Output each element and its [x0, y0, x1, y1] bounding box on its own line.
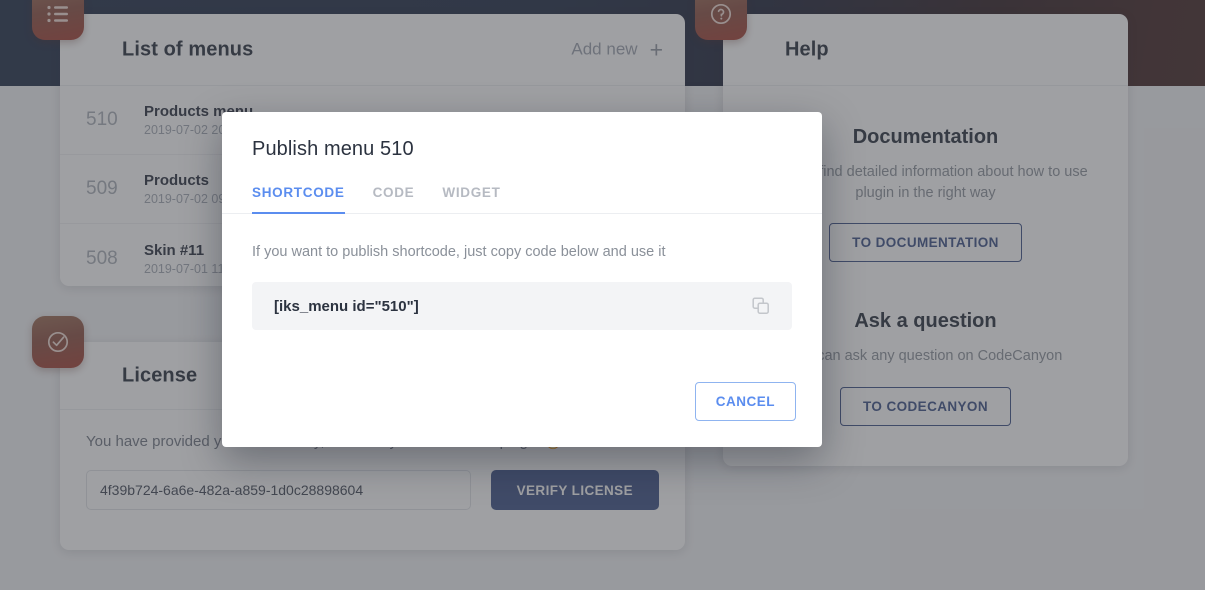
tab-code[interactable]: CODE: [373, 185, 415, 214]
copy-icon[interactable]: [748, 293, 774, 319]
tab-shortcode[interactable]: SHORTCODE: [252, 185, 345, 214]
shortcode-box: [iks_menu id="510"]: [252, 282, 792, 330]
dialog-title: Publish menu 510: [222, 112, 822, 161]
cancel-button[interactable]: CANCEL: [695, 382, 796, 421]
admin-page: List of menus Add new + 510Products menu…: [0, 0, 1205, 590]
dialog-tabs: SHORTCODE CODE WIDGET: [222, 161, 822, 214]
shortcode-text: [iks_menu id="510"]: [274, 298, 748, 315]
publish-menu-dialog: Publish menu 510 SHORTCODE CODE WIDGET If …: [222, 112, 822, 447]
tab-widget[interactable]: WIDGET: [442, 185, 500, 214]
dialog-footer: CANCEL: [222, 382, 822, 447]
dialog-body: If you want to publish shortcode, just c…: [222, 214, 822, 382]
dialog-description: If you want to publish shortcode, just c…: [252, 244, 792, 260]
